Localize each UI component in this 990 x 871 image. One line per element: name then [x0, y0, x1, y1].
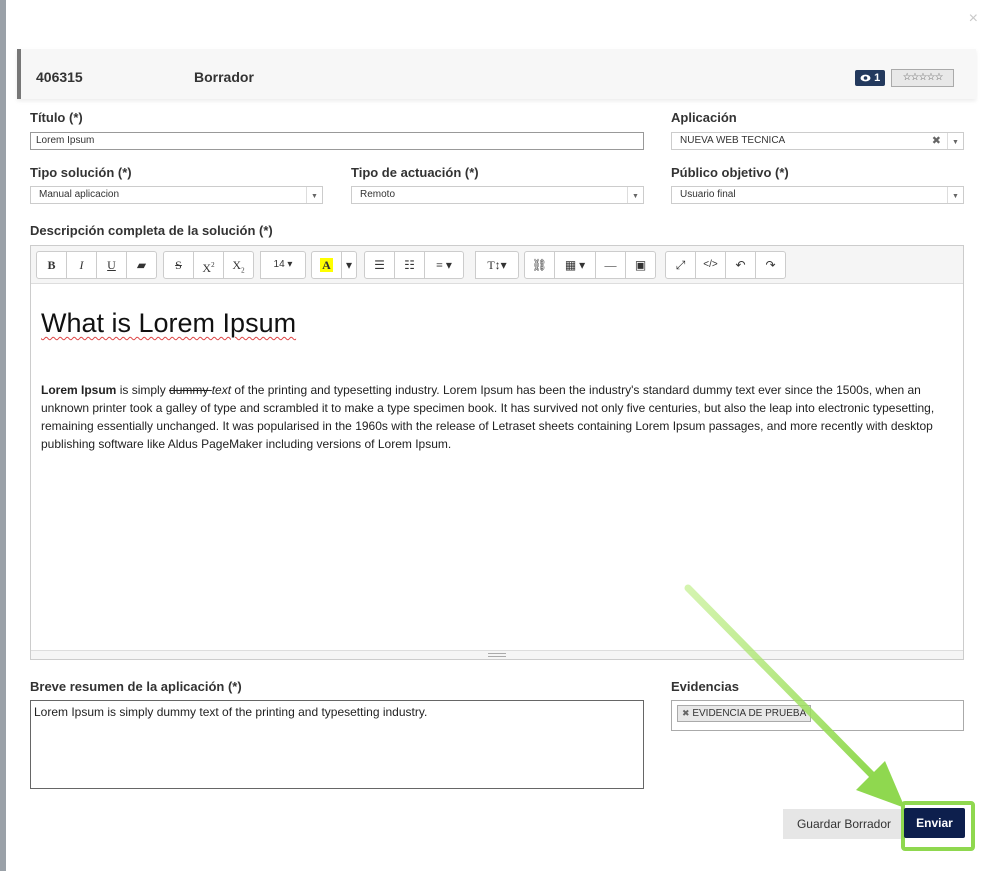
- table-icon[interactable]: ▦ ▾: [554, 251, 596, 279]
- resumen-label: Breve resumen de la aplicación (*): [30, 679, 242, 694]
- record-status: Borrador: [194, 69, 254, 85]
- text-height-icon[interactable]: T↕▾: [475, 251, 519, 279]
- ordered-list-icon[interactable]: ☷: [394, 251, 425, 279]
- fullscreen-icon[interactable]: ⤢: [665, 251, 696, 279]
- evidencias-label: Evidencias: [671, 679, 739, 694]
- code-view-icon[interactable]: </>: [695, 251, 726, 279]
- chevron-down-icon[interactable]: ▼: [947, 133, 963, 149]
- tipo-solucion-label: Tipo solución (*): [30, 165, 132, 180]
- tipo-actuacion-value: Remoto: [360, 189, 396, 200]
- editor-resize-handle[interactable]: [31, 650, 963, 659]
- align-icon[interactable]: ≡ ▾: [424, 251, 464, 279]
- font-size-dropdown[interactable]: 14 ▾: [260, 251, 306, 279]
- italic-icon[interactable]: I: [66, 251, 97, 279]
- evidence-tag-label: EVIDENCIA DE PRUEBA: [692, 708, 807, 719]
- titulo-input[interactable]: Lorem Ipsum: [30, 132, 644, 150]
- publico-objetivo-select[interactable]: Usuario final ▼: [671, 186, 964, 204]
- chevron-down-icon[interactable]: ▼: [306, 187, 322, 203]
- clear-icon[interactable]: ✖: [932, 133, 941, 149]
- text-color-icon[interactable]: A: [311, 251, 342, 279]
- publico-objetivo-label: Público objetivo (*): [671, 165, 789, 180]
- content-paragraph: Lorem Ipsum is simply dummy text of the …: [41, 381, 953, 453]
- titulo-label: Título (*): [30, 110, 83, 125]
- save-draft-button[interactable]: Guardar Borrador: [783, 809, 905, 839]
- evidencias-field[interactable]: ✖ EVIDENCIA DE PRUEBA: [671, 700, 964, 731]
- publico-objetivo-value: Usuario final: [680, 189, 736, 200]
- eraser-icon[interactable]: ▰: [126, 251, 157, 279]
- strikethrough-icon[interactable]: S: [163, 251, 194, 279]
- views-count: 1: [874, 72, 881, 84]
- para-text-1: is simply: [116, 383, 170, 397]
- tipo-actuacion-label: Tipo de actuación (*): [351, 165, 479, 180]
- eye-icon: [860, 74, 871, 82]
- para-strike: dummy: [169, 383, 212, 397]
- tipo-solucion-select[interactable]: Manual aplicacion ▼: [30, 186, 323, 204]
- aplicacion-value: NUEVA WEB TECNICA: [680, 135, 786, 146]
- bold-icon[interactable]: B: [36, 251, 67, 279]
- rating-stars[interactable]: ☆☆☆☆☆: [891, 69, 954, 87]
- resumen-textarea[interactable]: Lorem Ipsum is simply dummy text of the …: [30, 700, 644, 789]
- para-italic: text: [211, 383, 232, 397]
- send-button[interactable]: Enviar: [904, 808, 965, 838]
- chevron-down-icon[interactable]: ▼: [627, 187, 643, 203]
- horizontal-rule-icon[interactable]: —: [595, 251, 626, 279]
- aplicacion-select[interactable]: NUEVA WEB TECNICA ✖ ▼: [671, 132, 964, 150]
- unordered-list-icon[interactable]: ☰: [364, 251, 395, 279]
- chevron-down-icon[interactable]: ▼: [947, 187, 963, 203]
- redo-icon[interactable]: ↷: [755, 251, 786, 279]
- para-bold: Lorem Ipsum: [41, 383, 117, 397]
- subscript-icon[interactable]: X2: [223, 251, 254, 279]
- undo-icon[interactable]: ↶: [725, 251, 756, 279]
- record-header: 406315 Borrador 1 ☆☆☆☆☆: [17, 49, 976, 99]
- chevron-down-icon[interactable]: ▾: [341, 251, 358, 279]
- underline-icon[interactable]: U: [96, 251, 127, 279]
- editor-content[interactable]: What is Lorem Ipsum Lorem Ipsum is simpl…: [41, 308, 953, 453]
- aplicacion-label: Aplicación: [671, 110, 737, 125]
- font-size-value: 14: [273, 259, 285, 270]
- evidence-tag: ✖ EVIDENCIA DE PRUEBA: [677, 705, 812, 722]
- link-icon[interactable]: ⛓: [524, 251, 555, 279]
- views-badge: 1: [855, 70, 886, 86]
- tipo-actuacion-select[interactable]: Remoto ▼: [351, 186, 644, 204]
- content-heading: What is Lorem Ipsum: [41, 308, 297, 338]
- record-id: 406315: [36, 69, 83, 85]
- modal-backdrop: [0, 0, 6, 871]
- image-icon[interactable]: ▣: [625, 251, 656, 279]
- descripcion-label: Descripción completa de la solución (*): [30, 223, 273, 238]
- editor-toolbar: B I U ▰ S X2 X2 14 ▾ A ▾ ☰ ☷ ≡ ▾ T↕▾ ⛓ ▦…: [31, 246, 963, 284]
- remove-tag-icon[interactable]: ✖: [682, 708, 690, 718]
- tipo-solucion-value: Manual aplicacion: [39, 189, 120, 200]
- rich-text-editor: B I U ▰ S X2 X2 14 ▾ A ▾ ☰ ☷ ≡ ▾ T↕▾ ⛓ ▦…: [30, 245, 964, 660]
- close-icon[interactable]: ×: [969, 10, 978, 28]
- superscript-icon[interactable]: X2: [193, 251, 224, 279]
